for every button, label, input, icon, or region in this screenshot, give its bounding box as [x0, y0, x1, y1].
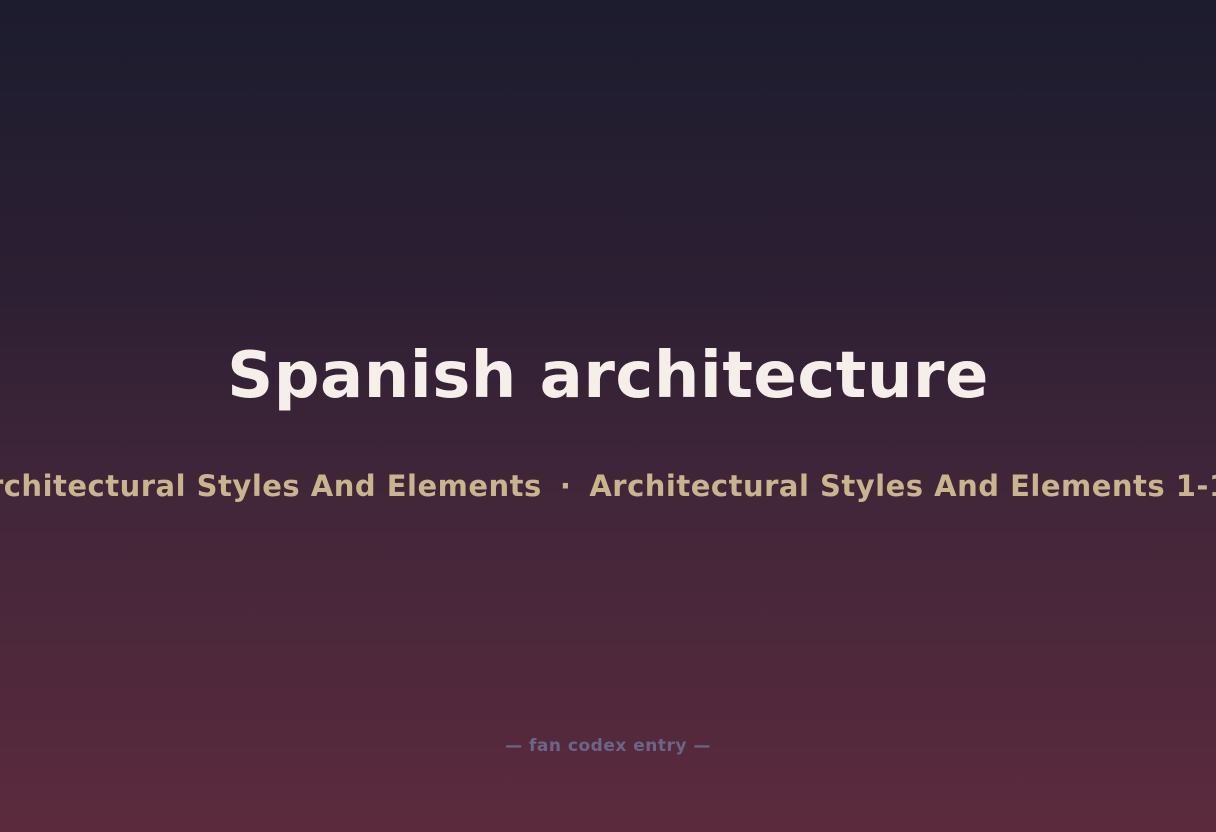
footer-caption: — fan codex entry —: [505, 736, 711, 756]
subtitle-segment: Architectural Styles And Elements: [0, 469, 542, 503]
subtitle-segment: Architectural Styles And Elements 1-1: [589, 469, 1216, 503]
title-card: Spanish architecture Architectural Style…: [0, 0, 1216, 832]
page-title: Spanish architecture: [227, 339, 989, 413]
subtitle-separator: ·: [559, 469, 572, 503]
subtitle-track: Architectural Styles And Elements · Archit…: [0, 466, 1216, 506]
subtitle-marquee: Architectural Styles And Elements · Archit…: [0, 466, 1216, 506]
